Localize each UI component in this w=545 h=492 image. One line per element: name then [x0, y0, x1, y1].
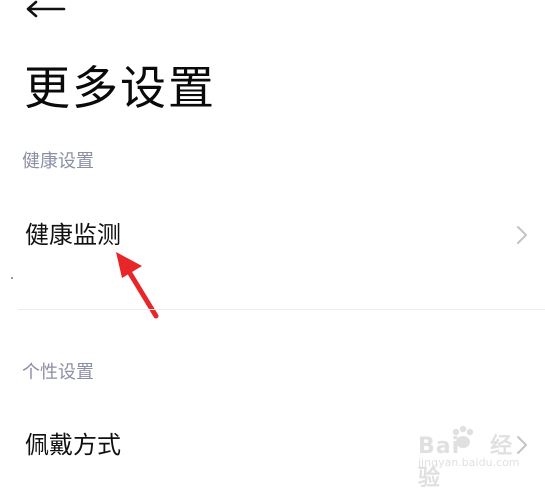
setting-label: 健康监测	[25, 221, 121, 249]
page-title: 更多设置	[24, 61, 216, 115]
chevron-right-icon	[517, 226, 527, 244]
back-button[interactable]	[26, 0, 70, 20]
setting-row-health-monitoring[interactable]: 健康监测	[0, 206, 545, 262]
stray-dot	[11, 277, 13, 279]
section-header-health: 健康设置	[22, 151, 94, 172]
section-divider	[18, 309, 545, 310]
chevron-right-icon	[517, 436, 527, 454]
section-header-personal: 个性设置	[22, 362, 94, 383]
back-arrow-icon	[26, 0, 66, 18]
setting-row-wearing-mode[interactable]: 佩戴方式	[0, 416, 545, 472]
setting-label: 佩戴方式	[25, 431, 121, 459]
